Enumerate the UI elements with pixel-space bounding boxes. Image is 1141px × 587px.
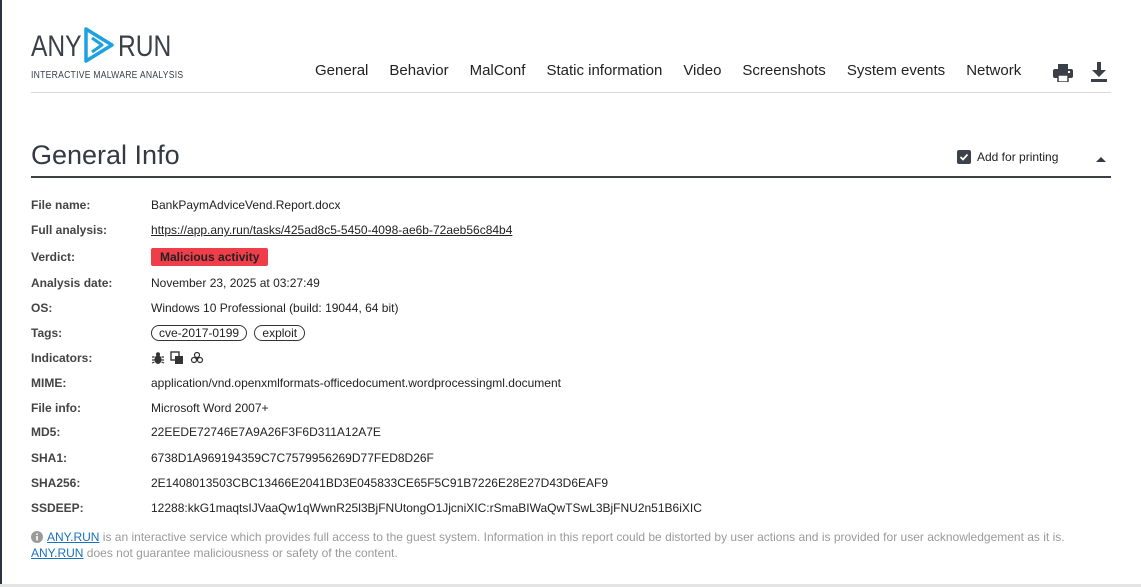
md5-label: MD5: <box>31 425 61 439</box>
chevron-up-icon[interactable] <box>1095 155 1107 163</box>
tag-exploit[interactable]: exploit <box>254 324 306 341</box>
sha256-label: SHA256: <box>31 476 81 490</box>
info-icon <box>31 531 43 543</box>
ssdeep-value: 12288:kkG1maqtsIJVaaQw1qWwnR25l3BjFNUton… <box>151 501 702 515</box>
nav-malconf[interactable]: MalConf <box>470 62 526 79</box>
row-mime: MIME: application/vnd.openxmlformats-off… <box>31 373 561 393</box>
row-file-name: File name: BankPaymAdviceVend.Report.doc… <box>31 195 340 215</box>
row-verdict: Verdict: Malicious activity <box>31 247 269 267</box>
logo-word-any: ANY <box>31 30 82 63</box>
row-analysis-date: Analysis date: November 23, 2025 at 03:2… <box>31 273 320 293</box>
row-sha1: SHA1: 6738D1A969194359C7C7579956269D77FE… <box>31 448 434 468</box>
row-file-info: File info: Microsoft Word 2007+ <box>31 398 269 418</box>
download-icon[interactable] <box>1090 62 1108 82</box>
copy-icon[interactable] <box>170 351 184 365</box>
analysis-date-label: Analysis date: <box>31 276 113 290</box>
row-os: OS: Windows 10 Professional (build: 1904… <box>31 298 398 318</box>
row-sha256: SHA256: 2E1408013503CBC13466E2041BD3E045… <box>31 473 608 493</box>
nav-system-events[interactable]: System events <box>847 62 945 79</box>
sha256-value: 2E1408013503CBC13466E2041BD3E045833CE65F… <box>151 476 609 490</box>
nav-network[interactable]: Network <box>966 62 1021 79</box>
row-indicators: Indicators: <box>31 348 206 368</box>
nav-static-information[interactable]: Static information <box>546 62 662 79</box>
file-name-value: BankPaymAdviceVend.Report.docx <box>151 198 341 212</box>
bug-icon[interactable] <box>151 351 165 365</box>
disclaimer-text-2: does not guarantee maliciousness or safe… <box>83 546 398 560</box>
ssdeep-label: SSDEEP: <box>31 501 84 515</box>
os-label: OS: <box>31 301 53 315</box>
nav-behavior[interactable]: Behavior <box>389 62 448 79</box>
nav-screenshots[interactable]: Screenshots <box>742 62 825 79</box>
section-title: General Info <box>31 140 180 170</box>
add-for-printing-checkbox[interactable] <box>957 150 971 164</box>
section-divider <box>31 176 1111 178</box>
row-tags: Tags: cve-2017-0199 exploit <box>31 323 309 343</box>
file-info-value: Microsoft Word 2007+ <box>151 401 269 415</box>
sha1-value: 6738D1A969194359C7C7579956269D77FED8D26F <box>151 451 434 465</box>
full-analysis-link[interactable]: https://app.any.run/tasks/425ad8c5-5450-… <box>151 223 512 237</box>
verdict-badge: Malicious activity <box>151 248 269 266</box>
print-icon[interactable] <box>1053 64 1073 82</box>
nav-video[interactable]: Video <box>683 62 721 79</box>
window-left-edge <box>0 0 2 587</box>
report-header: ANY RUN INTERACTIVE MALWARE ANALYSIS Gen… <box>31 26 1111 93</box>
row-full-analysis: Full analysis: https://app.any.run/tasks… <box>31 220 512 240</box>
md5-value: 22EEDE72746E7A9A26F3F6D311A12A7E <box>151 425 381 439</box>
check-icon <box>959 153 969 161</box>
row-md5: MD5: 22EEDE72746E7A9A26F3F6D311A12A7E <box>31 422 381 442</box>
report-nav: General Behavior MalConf Static informat… <box>315 62 1042 79</box>
nav-general[interactable]: General <box>315 62 368 79</box>
biohazard-icon[interactable] <box>190 351 204 365</box>
analysis-date-value: November 23, 2025 at 03:27:49 <box>151 276 320 290</box>
os-value: Windows 10 Professional (build: 19044, 6… <box>151 301 399 315</box>
disclaimer-text-1: is an interactive service which provides… <box>99 530 1065 544</box>
mime-value: application/vnd.openxmlformats-officedoc… <box>151 376 561 390</box>
sha1-label: SHA1: <box>31 451 68 465</box>
disclaimer-note: ANY.RUN is an interactive service which … <box>31 529 1101 561</box>
mime-label: MIME: <box>31 376 67 390</box>
anyrun-logo: ANY RUN INTERACTIVE MALWARE ANALYSIS <box>31 26 183 82</box>
add-for-printing-toggle[interactable]: Add for printing <box>957 150 1058 164</box>
tag-cve[interactable]: cve-2017-0199 <box>151 324 248 341</box>
verdict-label: Verdict: <box>31 250 76 264</box>
file-name-label: File name: <box>31 198 91 212</box>
logo-play-icon <box>84 27 114 63</box>
add-for-printing-label: Add for printing <box>977 150 1059 164</box>
anyrun-link-1[interactable]: ANY.RUN <box>47 530 99 544</box>
row-ssdeep: SSDEEP: 12288:kkG1maqtsIJVaaQw1qWwnR25l3… <box>31 498 702 518</box>
indicators-label: Indicators: <box>31 351 93 365</box>
logo-word-run: RUN <box>118 30 172 63</box>
file-info-label: File info: <box>31 401 81 415</box>
full-analysis-label: Full analysis: <box>31 223 108 237</box>
tags-label: Tags: <box>31 326 63 340</box>
logo-subtitle: INTERACTIVE MALWARE ANALYSIS <box>31 70 184 81</box>
anyrun-link-2[interactable]: ANY.RUN <box>31 546 83 560</box>
